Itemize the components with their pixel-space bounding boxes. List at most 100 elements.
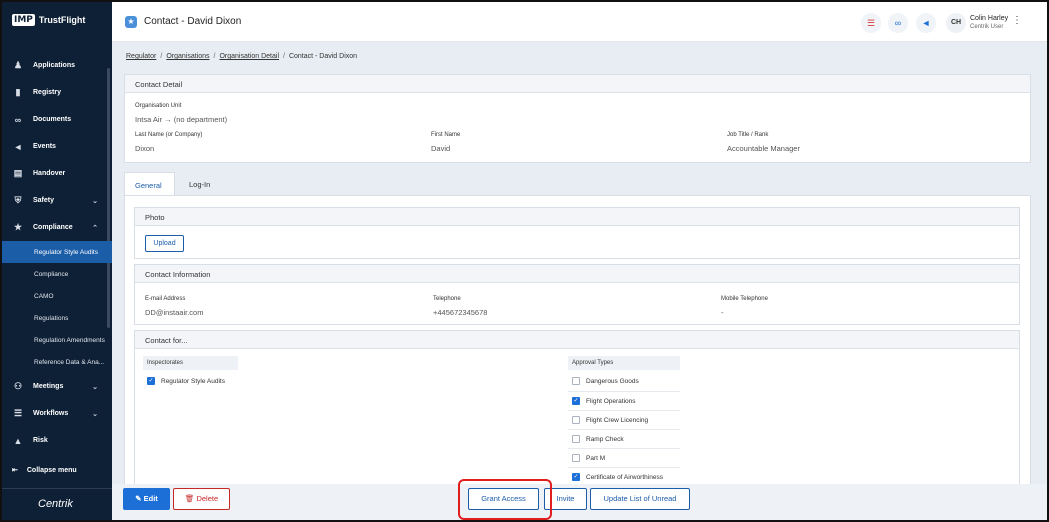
sidebar-subitem-regulator-style-audits[interactable]: Regulator Style Audits bbox=[2, 241, 112, 263]
shield-icon: ⛨ bbox=[14, 195, 22, 205]
logo-text: TrustFlight bbox=[38, 15, 86, 25]
sidebar-item-compliance[interactable]: ★ Compliance ⌃ bbox=[2, 214, 112, 241]
checkbox-label: Certificate of Airworthiness bbox=[586, 473, 663, 481]
delete-button[interactable]: 🗑 Delete bbox=[173, 488, 230, 510]
sidebar-subitem-regulation-amendments[interactable]: Regulation Amendments bbox=[2, 329, 112, 351]
main-content: Regulator / Organisations / Organisation Det… bbox=[112, 42, 1047, 520]
sidebar: IMP TrustFlight ♟ Applications ▮ Registr… bbox=[2, 2, 112, 520]
tray-icon: ▤ bbox=[13, 168, 23, 178]
sidebar-item-label: Safety bbox=[33, 197, 55, 204]
breadcrumb-current: Contact - David Dixon bbox=[288, 53, 358, 60]
breadcrumb-organisation-detail[interactable]: Organisation Detail bbox=[219, 53, 279, 60]
sidebar-item-risk[interactable]: ▲ Risk bbox=[2, 427, 112, 454]
checkbox-dangerous-goods[interactable]: Dangerous Goods bbox=[572, 372, 639, 390]
checkbox-regulator-style-audits[interactable]: ✓ Regulator Style Audits bbox=[147, 372, 225, 390]
checkbox-checked-icon: ✓ bbox=[572, 473, 580, 481]
page-title-name: David Dixon bbox=[187, 16, 242, 27]
collapse-menu-button[interactable]: ⇤ Collapse menu bbox=[12, 466, 77, 475]
warning-icon: ▲ bbox=[13, 435, 23, 446]
update-list-of-unread-button[interactable]: Update List of Unread bbox=[590, 488, 690, 510]
sidebar-item-label: Applications bbox=[33, 62, 76, 69]
sidebar-subitem-compliance[interactable]: Compliance bbox=[2, 263, 112, 285]
last-name-label: Last Name (or Company) bbox=[135, 132, 203, 138]
sidebar-item-registry[interactable]: ▮ Registry bbox=[2, 79, 112, 106]
photo-heading: Photo bbox=[135, 208, 1019, 226]
link-icon[interactable]: ∞ bbox=[888, 13, 908, 33]
job-title-value: Accountable Manager bbox=[727, 144, 800, 153]
sidebar-item-label: Risk bbox=[33, 437, 48, 444]
action-footer: ✎ Edit 🗑 Delete Grant Access Invite Upda… bbox=[112, 484, 1047, 520]
sidebar-item-documents[interactable]: ∞ Documents bbox=[2, 106, 112, 133]
sidebar-item-handover[interactable]: ▤ Handover bbox=[2, 160, 112, 187]
sidebar-item-label: Registry bbox=[33, 89, 62, 96]
book-icon: ▮ bbox=[15, 87, 21, 97]
page-title-separator: - bbox=[181, 16, 185, 27]
sidebar-item-label: Meetings bbox=[33, 383, 64, 390]
brand-logo: Centrik bbox=[38, 498, 73, 510]
checkbox-label: Ramp Check bbox=[586, 435, 624, 443]
checkbox-ramp-check[interactable]: Ramp Check bbox=[572, 430, 624, 448]
checkbox-unchecked-icon bbox=[572, 377, 580, 385]
avatar[interactable]: CH bbox=[946, 13, 966, 33]
checkbox-label: Regulator Style Audits bbox=[161, 377, 225, 385]
user-icon: ♟ bbox=[13, 60, 23, 70]
sidebar-item-safety[interactable]: ⛨ Safety ⌄ bbox=[2, 187, 112, 214]
database-icon[interactable]: ☰ bbox=[861, 13, 881, 33]
chevron-down-icon: ⌄ bbox=[92, 383, 98, 391]
tab-general[interactable]: General bbox=[124, 172, 175, 196]
edit-button[interactable]: ✎ Edit bbox=[123, 488, 170, 510]
sidebar-item-label: Documents bbox=[33, 116, 72, 123]
megaphone-icon: ◄ bbox=[13, 141, 23, 152]
collapse-icon: ⇤ bbox=[12, 467, 18, 474]
workflow-icon: ☰ bbox=[13, 408, 23, 418]
breadcrumb-regulator[interactable]: Regulator bbox=[126, 53, 156, 60]
mobile-value: - bbox=[721, 308, 724, 317]
org-unit-value: Intsa Air → (no department) bbox=[135, 115, 228, 124]
contact-detail-heading: Contact Detail bbox=[125, 75, 1030, 93]
checkbox-label: Flight Crew Licencing bbox=[586, 416, 649, 424]
app-frame: IMP TrustFlight ♟ Applications ▮ Registr… bbox=[0, 0, 1049, 522]
sidebar-item-label: Workflows bbox=[33, 410, 69, 417]
sidebar-item-events[interactable]: ◄ Events bbox=[2, 133, 112, 160]
breadcrumb: Regulator / Organisations / Organisation Det… bbox=[126, 53, 358, 60]
checkbox-part-m[interactable]: Part M bbox=[572, 449, 605, 467]
org-unit-label: Organisation Unit bbox=[135, 103, 182, 109]
tab-log-in[interactable]: Log-In bbox=[179, 172, 229, 196]
tab-panel-general: Photo Upload Contact Information E-mail … bbox=[124, 195, 1031, 520]
first-name-label: First Name bbox=[431, 132, 461, 138]
checkbox-flight-crew-licencing[interactable]: Flight Crew Licencing bbox=[572, 411, 648, 429]
logo-mark: IMP bbox=[12, 14, 35, 26]
edit-button-label: Edit bbox=[143, 494, 158, 503]
contact-info-section: Contact Information E-mail Address DD@in… bbox=[134, 264, 1020, 325]
page-title: Contact - David Dixon bbox=[144, 16, 241, 27]
sidebar-subitem-camo[interactable]: CAMO bbox=[2, 285, 112, 307]
badge-icon: ★ bbox=[13, 222, 23, 232]
telephone-label: Telephone bbox=[433, 296, 461, 302]
last-name-value: Dixon bbox=[135, 144, 155, 153]
app-logo[interactable]: IMP TrustFlight bbox=[12, 14, 85, 26]
upload-button[interactable]: Upload bbox=[145, 235, 184, 252]
checkbox-label: Part M bbox=[586, 454, 606, 462]
checkbox-unchecked-icon bbox=[572, 416, 580, 424]
sidebar-subitem-reference-data[interactable]: Reference Data & Ana... bbox=[2, 351, 112, 373]
sidebar-item-label: Handover bbox=[33, 170, 66, 177]
chevron-down-icon: ⌄ bbox=[92, 197, 98, 205]
sidebar-subitem-regulations[interactable]: Regulations bbox=[2, 307, 112, 329]
sidebar-item-meetings[interactable]: ⚇ Meetings ⌄ bbox=[2, 373, 112, 400]
telephone-value: +445672345678 bbox=[433, 308, 488, 317]
top-bar: ★ Contact - David Dixon ☰ ∞ ◄ CH Colin H… bbox=[112, 2, 1047, 42]
delete-button-label: Delete bbox=[196, 494, 219, 503]
sidebar-item-workflows[interactable]: ☰ Workflows ⌄ bbox=[2, 400, 112, 427]
highlight-annotation bbox=[458, 479, 552, 520]
sidebar-divider bbox=[2, 488, 112, 489]
trash-icon: 🗑 bbox=[184, 494, 195, 503]
sidebar-item-label: Compliance bbox=[33, 224, 73, 231]
checkbox-flight-operations[interactable]: ✓ Flight Operations bbox=[572, 392, 636, 410]
megaphone-icon[interactable]: ◄ bbox=[916, 13, 936, 33]
sidebar-item-applications[interactable]: ♟ Applications bbox=[2, 52, 112, 79]
breadcrumb-organisations[interactable]: Organisations bbox=[166, 53, 209, 60]
kebab-menu-icon[interactable]: ⋮ bbox=[1012, 15, 1022, 26]
page-title-text: Contact bbox=[144, 16, 179, 27]
email-label: E-mail Address bbox=[145, 296, 186, 302]
contact-detail-card: Contact Detail Organisation Unit Intsa A… bbox=[124, 74, 1031, 163]
